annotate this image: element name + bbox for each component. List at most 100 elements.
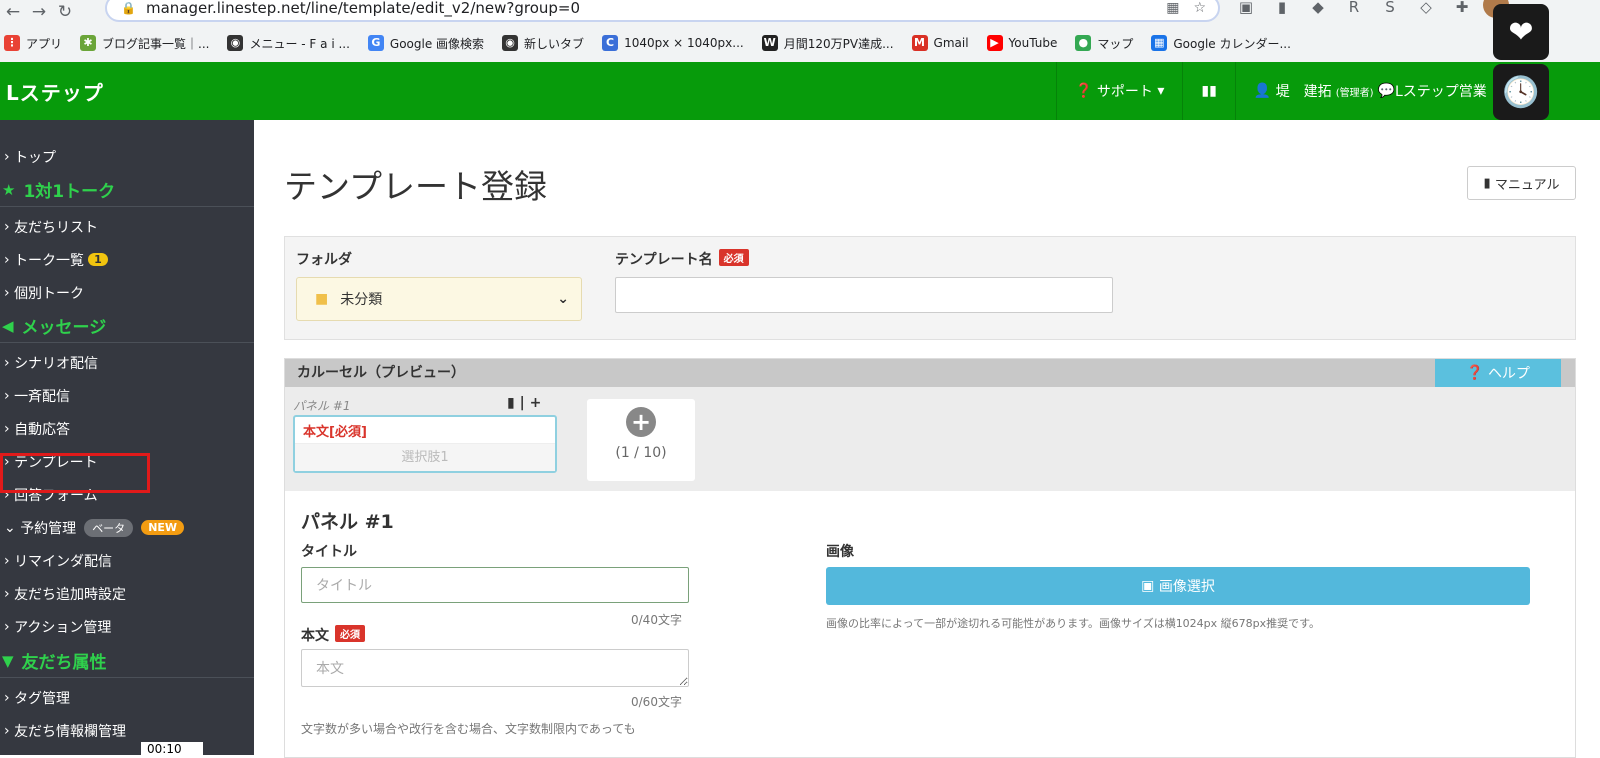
sidebar-item-label: 友だち情報欄管理 (14, 723, 127, 740)
extensions-bar: ▣ ▮ ◆ R S ◇ ✚ (1235, 0, 1473, 16)
book-icon: ▮ (1483, 175, 1495, 191)
header-menu: ❓ サポート ▾ ▮▮ 👤 堤 建拓 (管理者) 💬 Lステップ営業 (1056, 62, 1505, 120)
bookmark-label: Google カレンダー... (1173, 36, 1291, 51)
tag-icon[interactable]: ◇ (1415, 0, 1437, 16)
new-badge: NEW (141, 520, 185, 535)
beta-badge: ベータ (84, 518, 134, 537)
sidebar-item-top[interactable]: › トップ (0, 140, 254, 173)
stats-button[interactable]: ▮▮ (1182, 62, 1234, 120)
bookmark-item[interactable]: G Google 画像検索 (367, 35, 484, 52)
sidebar-item-label: リマインダ配信 (14, 553, 113, 570)
bookmark-item[interactable]: M Gmail (911, 35, 969, 51)
bookmark-item[interactable]: C 1040px × 1040px... (602, 35, 744, 51)
image-icon: ▣ (1141, 578, 1159, 594)
question-icon: ❓ (1466, 365, 1488, 381)
user-menu[interactable]: 👤 堤 建拓 (管理者) 💬 Lステップ営業 (1234, 62, 1505, 120)
bookmark-item[interactable]: W 月間120万PV達成... (761, 35, 894, 52)
sidebar-item-reservation[interactable]: ⌄ 予約管理 ベータ NEW (0, 511, 254, 544)
page-title: テンプレート登録 (284, 167, 548, 206)
help-label: ヘルプ (1487, 366, 1530, 382)
back-arrow-icon[interactable]: ← (0, 2, 26, 22)
sidebar-item-label: タグ管理 (14, 690, 71, 707)
sidebar-item-label: 友だち追加時設定 (14, 586, 127, 603)
sidebar-item-tag[interactable]: › タグ管理 (0, 681, 254, 714)
panel-card[interactable]: 本文[必須] 選択肢1 (293, 415, 557, 473)
extension-icon[interactable]: S (1379, 0, 1401, 16)
lock-icon: 🔒 (121, 1, 136, 15)
body-textarea[interactable] (301, 649, 689, 687)
unread-badge: 1 (88, 253, 108, 266)
star-icon[interactable]: ☆ (1193, 0, 1206, 16)
extension-icon[interactable]: R (1343, 0, 1365, 16)
sidebar-item-action[interactable]: › アクション管理 (0, 610, 254, 643)
copy-icon[interactable]: ▮ (507, 395, 515, 411)
template-name-input[interactable] (615, 277, 1113, 313)
qr-icon[interactable]: ▦ (1166, 0, 1179, 16)
address-bar[interactable]: 🔒 manager.linestep.net/line/template/edi… (105, 0, 1220, 22)
manual-button[interactable]: ▮ マニュアル (1467, 166, 1576, 200)
bookmark-label: Gmail (933, 36, 969, 50)
sidebar-item-label: トーク一覧 (14, 252, 85, 269)
sidebar-item-label: アクション管理 (14, 619, 112, 636)
title-input[interactable] (301, 567, 689, 603)
bookmark-item[interactable]: ◉ メニュー - F a i ... (227, 35, 350, 52)
user-icon: 👤 (1253, 83, 1276, 99)
sidebar-item-scenario[interactable]: › シナリオ配信 (0, 346, 254, 379)
sidebar-item-label: シナリオ配信 (14, 355, 99, 372)
support-menu[interactable]: ❓ サポート ▾ (1056, 62, 1182, 120)
clock-icon: 🕓 (1502, 74, 1540, 110)
folder-label: フォルダ (296, 252, 352, 268)
sidebar-item-label: 自動応答 (14, 421, 71, 438)
image-select-label: 画像選択 (1158, 579, 1215, 595)
comment-icon: 💬 (1377, 83, 1395, 99)
title-label: タイトル (301, 544, 357, 560)
bookmark-label: 新しいタブ (524, 36, 585, 51)
reload-icon[interactable]: ↻ (52, 2, 78, 22)
bookmark-item[interactable]: ✱ ブログ記事一覧｜... (80, 35, 209, 52)
manual-label: マニュアル (1494, 177, 1560, 193)
folder-icon: ■ (315, 291, 329, 307)
body-counter: 0/60文字 (631, 695, 682, 709)
sidebar-item-broadcast[interactable]: › 一斉配信 (0, 379, 254, 412)
sidebar-item-friend-list[interactable]: › 友だちリスト (0, 210, 254, 243)
sidebar-item-auto-reply[interactable]: › 自動応答 (0, 412, 254, 445)
bookmark-item[interactable]: ● マップ (1075, 35, 1133, 52)
extension-icon[interactable]: ▣ (1235, 0, 1257, 16)
chevron-down-icon: ⌄ (557, 291, 569, 307)
bar-chart-icon: ▮▮ (1201, 83, 1217, 99)
bookmark-item[interactable]: ▦ Google カレンダー... (1151, 35, 1291, 52)
plus-icon[interactable]: + (530, 395, 542, 411)
body-note: 文字数が多い場合や改行を含む場合、文字数制限内であっても (301, 722, 636, 736)
help-button[interactable]: ❓ ヘルプ (1435, 359, 1561, 387)
sidebar-item-friend-add-settings[interactable]: › 友だち追加時設定 (0, 577, 254, 610)
c-icon: C (602, 35, 619, 51)
puzzle-icon[interactable]: ✚ (1451, 0, 1473, 16)
extension-icon[interactable]: ▮ (1271, 0, 1293, 16)
clock-button[interactable]: 🕓 (1493, 64, 1549, 120)
heart-button[interactable]: ❤ (1493, 4, 1549, 60)
extension-icon[interactable]: ◆ (1307, 0, 1329, 16)
url-text: manager.linestep.net/line/template/edit_… (145, 0, 581, 17)
add-panel-button[interactable]: + (1 / 10) (587, 399, 695, 481)
brand-logo[interactable]: Lステップ (6, 77, 104, 106)
bookmark-item[interactable]: ▶ YouTube (986, 35, 1057, 51)
folder-select[interactable]: ■ 未分類 ⌄ (296, 277, 582, 321)
bookmark-label: 月間120万PV達成... (783, 36, 894, 51)
bookmark-item[interactable]: ⋮ アプリ (4, 35, 62, 52)
sidebar-item-talk-list[interactable]: › トーク一覧 1 (0, 243, 254, 276)
bookmark-item[interactable]: ◉ 新しいタブ (502, 35, 584, 52)
sidebar-item-individual-talk[interactable]: › 個別トーク (0, 276, 254, 309)
sidebar-item-label: 個別トーク (14, 285, 85, 302)
bug-icon: ✱ (80, 35, 97, 51)
sidebar-item-reminder[interactable]: › リマインダ配信 (0, 544, 254, 577)
browser-nav: ← → ↻ 🔒 manager.linestep.net/line/templa… (0, 0, 1600, 24)
panel-choice[interactable]: 選択肢1 (295, 443, 555, 471)
required-badge: 必須 (335, 625, 365, 642)
star-icon: ★ (2, 180, 16, 199)
image-select-button[interactable]: ▣ 画像選択 (826, 567, 1530, 605)
panel-tools: ▮ | + (507, 395, 542, 411)
video-timestamp: 00:10 (141, 742, 203, 758)
sidebar-item-friend-info[interactable]: › 友だち情報欄管理 (0, 714, 254, 747)
folder-value: 未分類 (340, 292, 383, 308)
forward-arrow-icon[interactable]: → (26, 2, 52, 22)
